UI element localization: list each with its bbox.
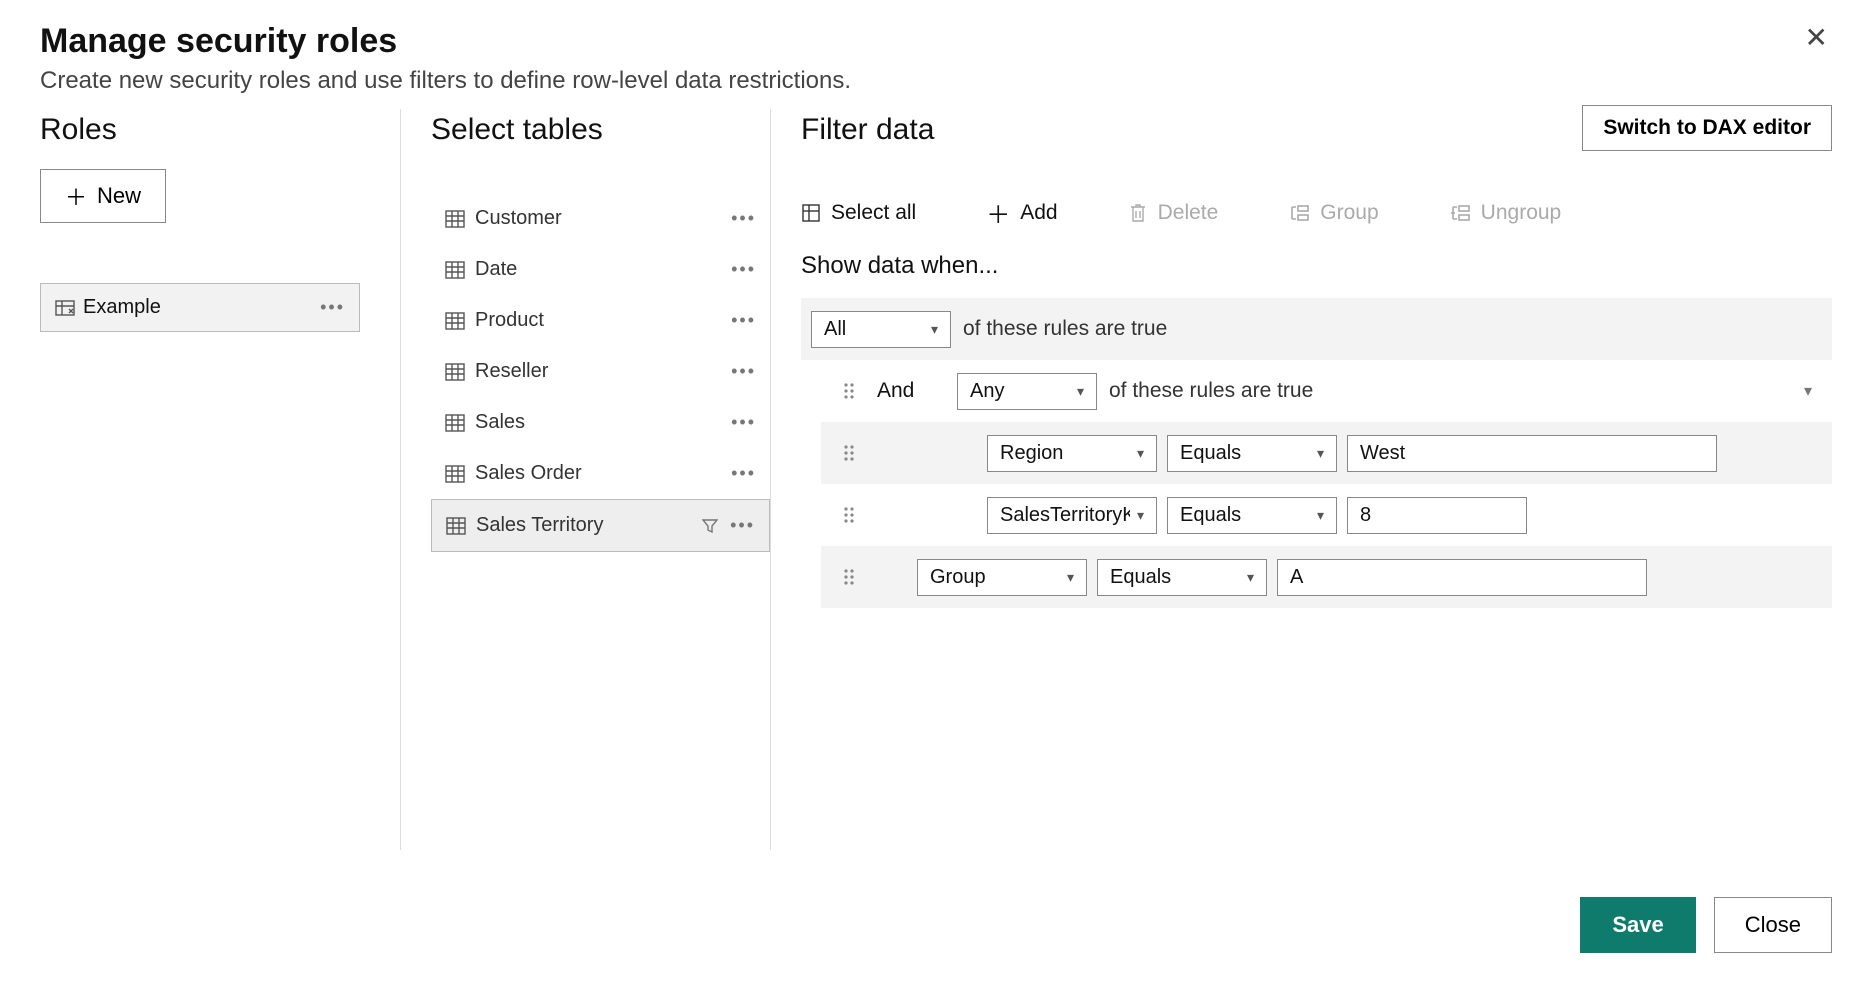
table-more-icon[interactable]: ••• bbox=[731, 412, 756, 433]
role-more-icon[interactable]: ••• bbox=[320, 297, 345, 318]
value-input[interactable]: A bbox=[1277, 559, 1647, 596]
switch-dax-button[interactable]: Switch to DAX editor bbox=[1582, 105, 1832, 151]
table-more-icon[interactable]: ••• bbox=[731, 361, 756, 382]
drag-handle-icon[interactable] bbox=[821, 382, 877, 400]
save-button[interactable]: Save bbox=[1580, 897, 1695, 953]
group-button[interactable]: Group bbox=[1288, 201, 1378, 225]
page-title: Manage security roles bbox=[40, 22, 1832, 61]
tables-heading: Select tables bbox=[431, 113, 770, 147]
rules-suffix-inner: of these rules are true bbox=[1109, 379, 1313, 403]
drag-handle-icon[interactable] bbox=[821, 506, 877, 524]
table-more-icon[interactable]: ••• bbox=[730, 515, 755, 536]
rules-suffix: of these rules are true bbox=[963, 317, 1167, 341]
role-item-example[interactable]: Example ••• bbox=[40, 283, 360, 332]
table-icon bbox=[445, 411, 465, 434]
role-item-label: Example bbox=[83, 296, 161, 319]
chevron-down-icon: ▾ bbox=[1067, 569, 1074, 586]
table-icon bbox=[445, 309, 465, 332]
operator-label: Equals bbox=[1180, 504, 1241, 527]
drag-handle-icon[interactable] bbox=[821, 444, 877, 462]
drag-handle-icon[interactable] bbox=[821, 568, 877, 586]
chevron-down-icon: ▾ bbox=[1137, 507, 1144, 524]
operator-select[interactable]: Equals ▾ bbox=[1167, 497, 1337, 534]
quantifier-all-label: All bbox=[824, 318, 846, 341]
column-label: Group bbox=[930, 566, 986, 589]
chevron-down-icon: ▾ bbox=[1137, 445, 1144, 462]
roles-heading: Roles bbox=[40, 113, 400, 147]
select-all-icon bbox=[801, 201, 821, 225]
trash-icon bbox=[1128, 201, 1148, 225]
table-icon bbox=[445, 462, 465, 485]
column-select[interactable]: SalesTerritoryKey ▾ bbox=[987, 497, 1157, 534]
table-row[interactable]: Product ••• bbox=[431, 295, 770, 346]
table-icon bbox=[446, 514, 466, 537]
table-icon bbox=[445, 360, 465, 383]
new-role-button[interactable]: ＋ New bbox=[40, 169, 166, 223]
value-input[interactable]: 8 bbox=[1347, 497, 1527, 534]
role-icon bbox=[55, 296, 75, 319]
column-label: SalesTerritoryKey bbox=[1000, 504, 1130, 527]
table-more-icon[interactable]: ••• bbox=[731, 208, 756, 229]
column-select[interactable]: Region ▾ bbox=[987, 435, 1157, 472]
add-label: Add bbox=[1020, 201, 1057, 225]
chevron-down-icon: ▾ bbox=[1317, 445, 1324, 462]
table-row[interactable]: Sales Order ••• bbox=[431, 448, 770, 499]
quantifier-select-all[interactable]: All ▾ bbox=[811, 311, 951, 348]
close-icon[interactable]: ✕ bbox=[1805, 24, 1828, 52]
operator-select[interactable]: Equals ▾ bbox=[1097, 559, 1267, 596]
select-all-button[interactable]: Select all bbox=[801, 201, 916, 225]
chevron-down-icon: ▾ bbox=[1317, 507, 1324, 524]
group-icon bbox=[1288, 201, 1310, 225]
show-data-label: Show data when... bbox=[801, 252, 1832, 280]
ungroup-button[interactable]: Ungroup bbox=[1449, 201, 1562, 225]
table-more-icon[interactable]: ••• bbox=[731, 259, 756, 280]
chevron-down-icon: ▾ bbox=[1247, 569, 1254, 586]
column-select[interactable]: Group ▾ bbox=[917, 559, 1087, 596]
filter-icon bbox=[702, 514, 718, 537]
table-label: Sales Order bbox=[475, 462, 582, 485]
quantifier-select-any[interactable]: Any ▾ bbox=[957, 373, 1097, 410]
table-row[interactable]: Reseller ••• bbox=[431, 346, 770, 397]
add-button[interactable]: ＋ Add bbox=[986, 195, 1057, 230]
operator-label: Equals bbox=[1110, 566, 1171, 589]
table-more-icon[interactable]: ••• bbox=[731, 310, 756, 331]
table-row[interactable]: Sales ••• bbox=[431, 397, 770, 448]
table-label: Product bbox=[475, 309, 544, 332]
ungroup-icon bbox=[1449, 201, 1471, 225]
table-label: Sales bbox=[475, 411, 525, 434]
delete-button[interactable]: Delete bbox=[1128, 201, 1219, 225]
table-label: Reseller bbox=[475, 360, 548, 383]
group-label: Group bbox=[1320, 201, 1378, 225]
table-label: Sales Territory bbox=[476, 514, 603, 537]
operator-select[interactable]: Equals ▾ bbox=[1167, 435, 1337, 472]
table-icon bbox=[445, 258, 465, 281]
table-row[interactable]: Customer ••• bbox=[431, 193, 770, 244]
ungroup-label: Ungroup bbox=[1481, 201, 1562, 225]
value-input[interactable]: West bbox=[1347, 435, 1717, 472]
column-label: Region bbox=[1000, 442, 1063, 465]
select-all-label: Select all bbox=[831, 201, 916, 225]
delete-label: Delete bbox=[1158, 201, 1219, 225]
chevron-down-icon: ▾ bbox=[931, 321, 938, 338]
table-row[interactable]: Date ••• bbox=[431, 244, 770, 295]
table-label: Date bbox=[475, 258, 517, 281]
quantifier-any-label: Any bbox=[970, 380, 1004, 403]
table-label: Customer bbox=[475, 207, 562, 230]
collapse-chevron-icon[interactable]: ▾ bbox=[1804, 381, 1812, 401]
plus-icon: ＋ bbox=[986, 195, 1010, 230]
page-subtitle: Create new security roles and use filter… bbox=[40, 67, 1832, 95]
table-row[interactable]: Sales Territory ••• bbox=[431, 499, 770, 552]
new-role-label: New bbox=[97, 183, 141, 209]
operator-label: Equals bbox=[1180, 442, 1241, 465]
table-more-icon[interactable]: ••• bbox=[731, 463, 756, 484]
chevron-down-icon: ▾ bbox=[1077, 383, 1084, 400]
close-button[interactable]: Close bbox=[1714, 897, 1832, 953]
table-icon bbox=[445, 207, 465, 230]
plus-icon: ＋ bbox=[65, 180, 87, 212]
conjunction-label: And bbox=[877, 379, 947, 403]
